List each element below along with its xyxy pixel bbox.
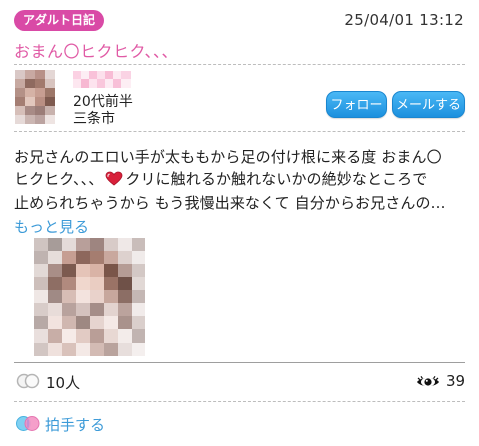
post-title[interactable]: おまん〇ヒクヒク、、、 bbox=[14, 38, 178, 62]
author-city: 三条市 bbox=[73, 111, 115, 127]
post-body-text: クリに触れるか触れないかの絶妙なところで bbox=[125, 170, 428, 188]
follow-button[interactable]: フォロー bbox=[326, 91, 387, 118]
post-body: お兄さんのエロい手が太ももから足の付け根に来る度 おまん〇 ヒクヒク、、、 クリに… bbox=[14, 146, 466, 214]
claps-count: 10人 bbox=[46, 374, 81, 392]
clap-button[interactable]: 拍手する bbox=[45, 414, 105, 435]
read-more-link[interactable]: もっと見る bbox=[14, 216, 89, 237]
divider bbox=[14, 401, 465, 402]
clap-hands-icon[interactable] bbox=[15, 415, 41, 432]
category-tag[interactable]: アダルト日記 bbox=[14, 10, 105, 31]
post-body-text: ヒクヒク、、、 bbox=[14, 170, 104, 188]
post-photo[interactable] bbox=[34, 238, 145, 356]
mail-button[interactable]: メールする bbox=[392, 91, 465, 118]
post-datetime: 25/04/01 13:12 bbox=[344, 11, 464, 29]
post-body-line: ヒクヒク、、、 クリに触れるか触れないかの絶妙なところで bbox=[14, 168, 466, 192]
divider bbox=[14, 131, 465, 132]
post-body-line: お兄さんのエロい手が太ももから足の付け根に来る度 おまん〇 bbox=[14, 148, 442, 166]
eye-icon bbox=[416, 374, 440, 388]
post-body-line: 止められちゃうから もう我慢出来なくて 自分からお兄さんの… bbox=[14, 194, 446, 212]
divider bbox=[14, 64, 465, 65]
divider bbox=[14, 362, 465, 363]
author-name-blurred[interactable] bbox=[73, 71, 131, 88]
avatar[interactable] bbox=[15, 70, 55, 124]
heart-icon bbox=[105, 170, 123, 192]
clap-hands-icon bbox=[16, 373, 42, 389]
views-count: 39 bbox=[446, 372, 466, 390]
